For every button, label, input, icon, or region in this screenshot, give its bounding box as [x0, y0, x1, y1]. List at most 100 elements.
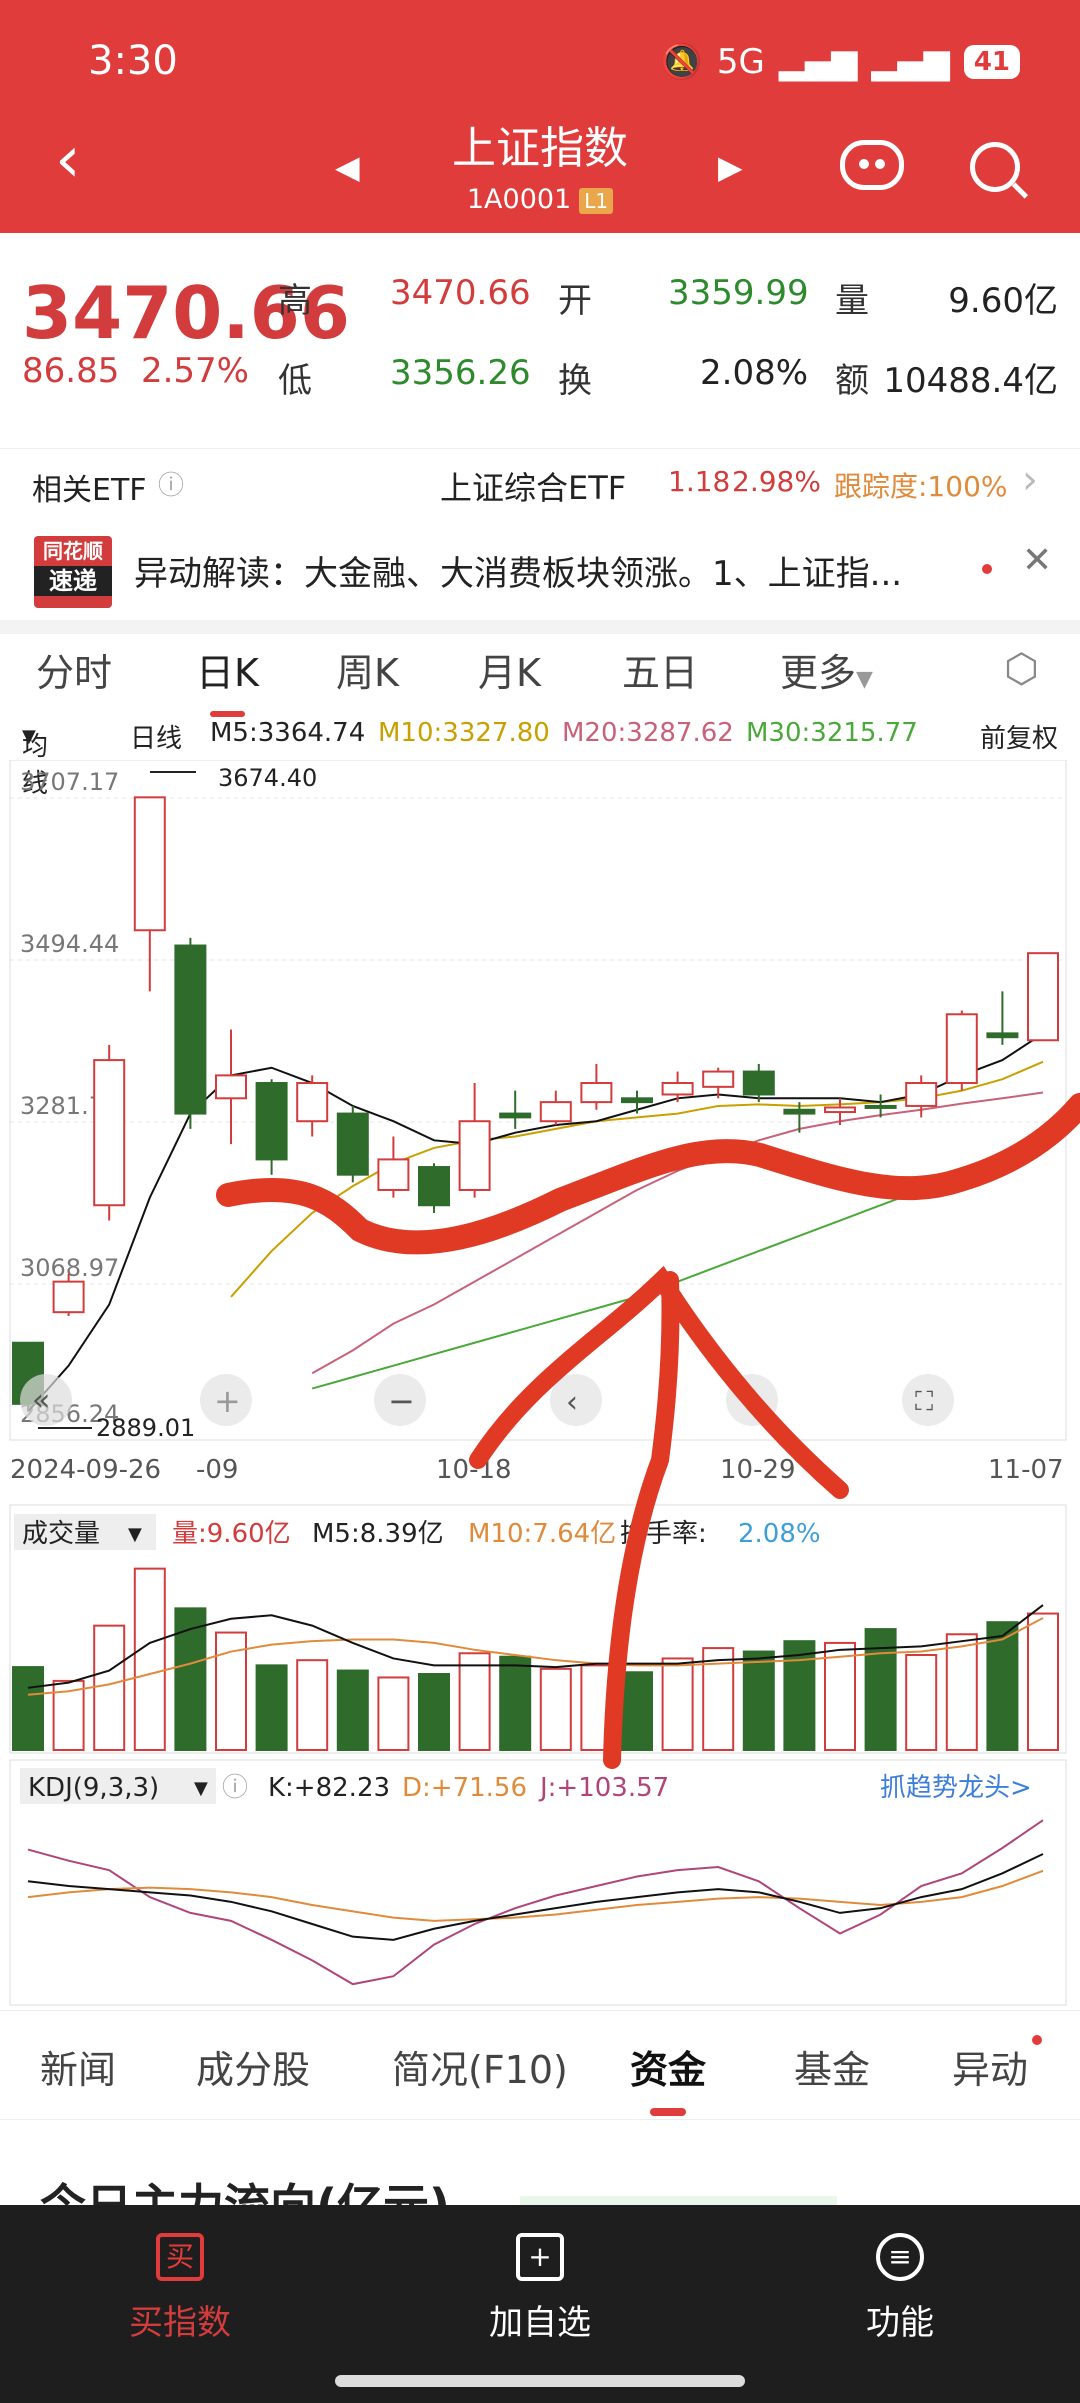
volume-bar	[661, 1657, 694, 1751]
tab-five-day[interactable]: 五日	[622, 642, 698, 697]
network-label: 5G	[716, 42, 765, 82]
volume-label: 量	[835, 281, 869, 321]
volume-bar	[458, 1652, 491, 1751]
candle-body	[539, 1101, 572, 1123]
header-bar: 3:30 🔕 5G ▂▄▆ ▂▄▆ 41 ‹ ◀ 上证指数 ▶ 1A0001 L1	[0, 0, 1080, 233]
ma20-value: M20:3287.62	[562, 718, 734, 748]
candle-body	[377, 1158, 410, 1191]
plus-icon: +	[214, 1382, 241, 1420]
candle-body	[255, 1082, 288, 1161]
tab-movement[interactable]: 异动	[952, 2039, 1028, 2094]
system-icons: 🔕 5G ▂▄▆ ▂▄▆ 41	[661, 42, 1020, 82]
amount-value: 10488.4亿	[883, 361, 1058, 401]
candle-body	[742, 1070, 775, 1096]
tab-capital[interactable]: 资金	[630, 2039, 706, 2116]
tab-intraday[interactable]: 分时	[36, 642, 112, 697]
volume-legend: 成交量 ▼ 量:9.60亿 M5:8.39亿 M10:7.64亿 换手率: 2.…	[14, 1514, 821, 1550]
next-stock-icon[interactable]: ▶	[718, 148, 743, 186]
vol-selector[interactable]: 成交量	[22, 1519, 100, 1549]
tab-news[interactable]: 新闻	[40, 2039, 116, 2094]
tab-daily-k[interactable]: 日K	[196, 642, 259, 717]
volume-bar	[336, 1669, 369, 1752]
volume-bar	[12, 1666, 44, 1751]
adjust-mode[interactable]: 前复权	[980, 718, 1058, 755]
kdj-k: K:+82.23	[268, 1773, 390, 1803]
related-etf-row[interactable]: 相关ETF ⓘ 上证综合ETF 1.18 2.98% 跟踪度:100% ›	[0, 448, 1080, 518]
robot-assistant-icon[interactable]	[840, 140, 904, 190]
battery-icon: 41	[963, 45, 1020, 79]
x-label: -09	[196, 1455, 238, 1485]
chevron-left-icon: ‹	[566, 1385, 578, 1420]
low-value: 3356.26	[390, 353, 531, 393]
y-label: 3494.44	[20, 930, 119, 958]
candle-body	[1027, 952, 1059, 1042]
kline-chart[interactable]: 3707.17 3494.44 3281.71 3068.97 2856.24 …	[0, 760, 1080, 2010]
chart-period-tabs: 分时 日K 周K 月K 五日 更多▼ ⬡	[0, 632, 1080, 717]
candle-body	[702, 1070, 735, 1088]
chevron-right-icon: ›	[1022, 457, 1038, 503]
candle-body	[52, 1280, 85, 1314]
ma-legend: 均线 ▼ 日线 M5:3364.74 M10:3327.80 M20:3287.…	[0, 710, 1080, 799]
amount-label: 额	[835, 361, 869, 401]
tab-fund[interactable]: 基金	[794, 2039, 870, 2094]
functions-button[interactable]: ≡ 功能	[800, 2233, 1000, 2344]
etf-name: 上证综合ETF	[440, 469, 627, 507]
volume-bar	[255, 1664, 288, 1752]
candle-body	[215, 1074, 247, 1100]
close-icon[interactable]: ✕	[1022, 540, 1052, 581]
volume-bar	[742, 1650, 775, 1752]
turnover-value: 2.08%	[700, 353, 809, 393]
settings-hex-icon[interactable]: ⬡	[1004, 646, 1039, 692]
new-dot	[1032, 2035, 1042, 2045]
caret-down-icon: ▼	[22, 726, 36, 747]
help-icon[interactable]: ⓘ	[222, 1773, 248, 1803]
kdj_d-line	[27, 1869, 1044, 1922]
fullscreen-icon: ⛶	[915, 1387, 933, 1417]
mute-icon: 🔕	[660, 42, 703, 82]
max-label: 3674.40	[218, 764, 317, 792]
candle-body	[296, 1082, 329, 1123]
buy-label: 买指数	[129, 2303, 231, 2343]
search-icon[interactable]	[970, 142, 1020, 192]
vol-m10: M10:7.64亿	[468, 1519, 616, 1549]
volume-bar	[499, 1655, 532, 1752]
volume-bar	[93, 1624, 126, 1751]
tab-more[interactable]: 更多▼	[780, 642, 873, 697]
buy-index-button[interactable]: 买 买指数	[80, 2233, 280, 2344]
unread-dot	[982, 564, 992, 574]
y-label: 3068.97	[20, 1254, 119, 1282]
info-tabs: 新闻 成分股 简况(F10) 资金 基金 异动	[0, 2010, 1080, 2120]
turnover-value: 2.08%	[738, 1519, 821, 1549]
kdj-selector[interactable]: KDJ(9,3,3)	[28, 1773, 159, 1803]
signal-icon-2: ▂▄▆	[871, 42, 950, 82]
candle-body	[824, 1106, 856, 1114]
help-icon[interactable]: ⓘ	[158, 465, 184, 502]
candle-body	[580, 1082, 613, 1104]
tab-constituents[interactable]: 成分股	[196, 2039, 310, 2094]
ma5-value: M5:3364.74	[210, 718, 366, 748]
caret-down-icon: ▼	[128, 1524, 142, 1545]
open-label: 开	[558, 281, 592, 321]
candle-body	[93, 1059, 126, 1207]
quote-panel: 3470.66 86.85 2.57% 高 3470.66 开 3359.99 …	[0, 233, 1080, 433]
turnover-label: 换	[558, 361, 592, 401]
tab-f10[interactable]: 简况(F10)	[392, 2039, 568, 2094]
home-indicator	[335, 2375, 745, 2387]
etf-tracking: 跟踪度:100%	[834, 470, 1008, 503]
kdj_j-line	[27, 1819, 1044, 1986]
add-watchlist-button[interactable]: + 加自选	[440, 2233, 640, 2344]
candle-body	[783, 1108, 816, 1115]
level-badge: L1	[579, 188, 614, 214]
candle-body	[905, 1082, 938, 1107]
news-banner[interactable]: 同花顺 速递 异动解读：大金融、大消费板块领涨。1、上证指... ✕	[0, 520, 1080, 620]
change-percent: 2.57%	[140, 351, 249, 391]
candle-body	[458, 1120, 491, 1191]
tab-weekly-k[interactable]: 周K	[336, 642, 399, 697]
volume-bar	[1027, 1612, 1059, 1752]
trend-link[interactable]: 抓趋势龙头>	[880, 1773, 1032, 1803]
volume-bar	[621, 1671, 653, 1751]
kdj-d: D:+71.56	[402, 1773, 527, 1803]
etf-price: 1.18	[668, 465, 731, 498]
tab-monthly-k[interactable]: 月K	[478, 642, 541, 697]
add-label: 加自选	[489, 2303, 591, 2343]
